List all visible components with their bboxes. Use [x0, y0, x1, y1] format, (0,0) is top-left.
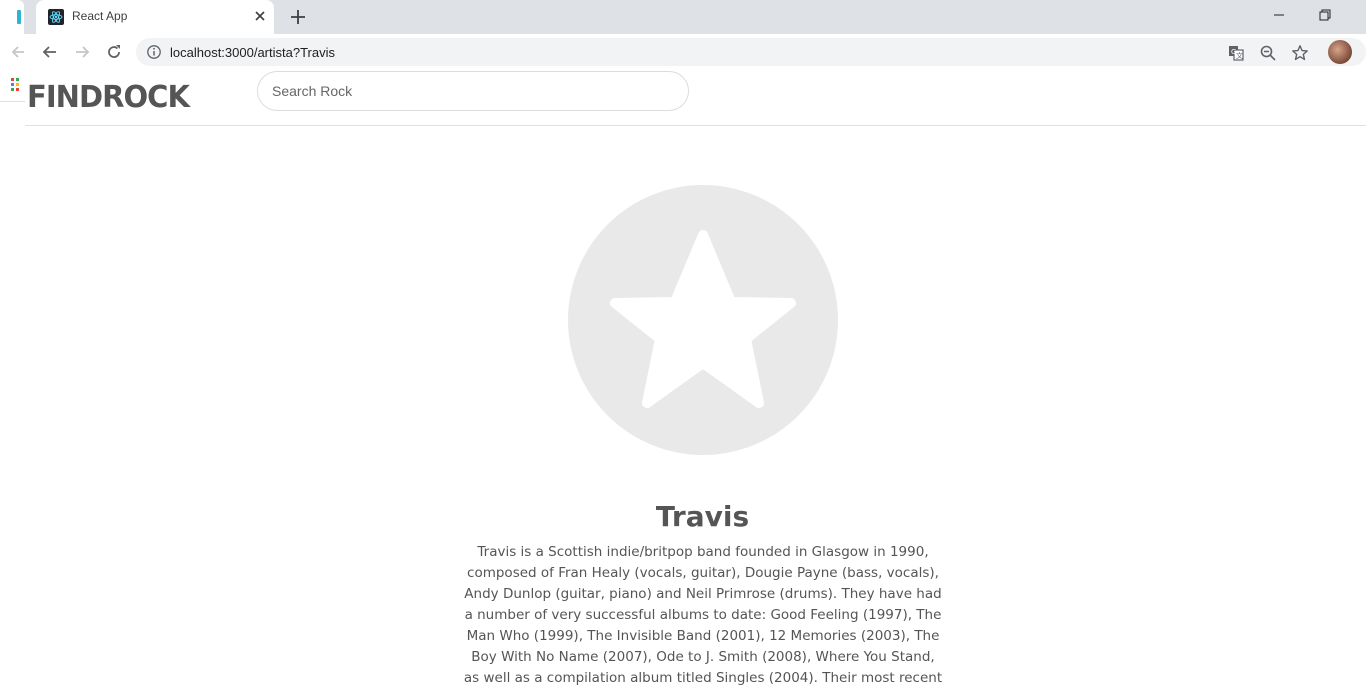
forward-icon[interactable]	[72, 42, 92, 62]
translate-icon[interactable]: G 文	[1227, 44, 1245, 62]
restore-icon[interactable]	[1314, 5, 1336, 25]
svg-text:文: 文	[1236, 51, 1243, 60]
new-tab-icon[interactable]	[289, 8, 307, 26]
tab-title: React App	[72, 9, 128, 23]
back-icon[interactable]	[40, 42, 60, 62]
zoom-icon[interactable]	[1259, 44, 1277, 62]
url-text: localhost:3000/artista?Travis	[170, 45, 335, 60]
artist-bio: Travis is a Scottish indie/britpop band …	[463, 544, 943, 686]
svg-text:FINDROCK: FINDROCK	[27, 80, 191, 110]
close-tab-icon[interactable]	[252, 8, 268, 24]
page: FINDROCK Travis Travis is a Scottish ind…	[25, 70, 1366, 691]
address-bar[interactable]: localhost:3000/artista?Travis G 文	[136, 38, 1366, 66]
react-icon	[48, 9, 64, 25]
reload-icon[interactable]	[104, 42, 124, 62]
back-icon-disabled[interactable]	[8, 42, 28, 62]
search-input[interactable]	[257, 71, 689, 111]
apps-icon[interactable]	[11, 78, 21, 92]
profile-avatar[interactable]	[1328, 40, 1352, 64]
findrock-logo[interactable]: FINDROCK	[27, 80, 191, 110]
artist-avatar-placeholder	[568, 185, 838, 455]
apps-strip	[0, 70, 25, 102]
browser-tab-strip: React App	[0, 0, 1366, 34]
previous-tab[interactable]	[0, 0, 24, 34]
browser-toolbar: localhost:3000/artista?Travis G 文	[0, 34, 1366, 70]
bookmark-star-icon[interactable]	[1291, 44, 1309, 62]
minimize-icon[interactable]	[1268, 5, 1290, 25]
site-info-icon[interactable]	[146, 44, 162, 60]
star-icon	[610, 230, 796, 408]
previous-tab-favicon	[17, 10, 21, 24]
site-header: FINDROCK	[25, 70, 1366, 126]
artist-name: Travis	[655, 500, 750, 533]
tab-react-app[interactable]: React App	[36, 0, 274, 34]
